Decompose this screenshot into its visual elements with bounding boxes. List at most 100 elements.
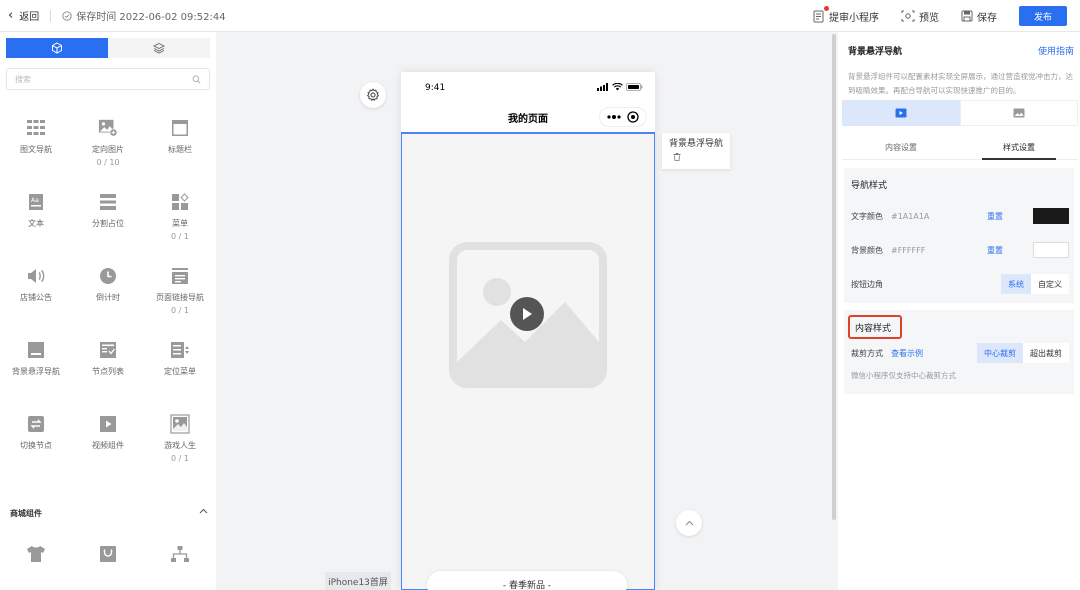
save-label: 保存 [977, 12, 997, 24]
component-countdown[interactable]: 倒计时 [72, 266, 144, 340]
divider-icon [98, 192, 118, 212]
content-style-title: 内容样式 [848, 315, 902, 339]
component-directed-image[interactable]: 定向图片 0 / 10 [72, 118, 144, 192]
settings-panel: 背景悬浮导航 使用指南 背景悬浮组件可以配置素材实现全屏展示，通过营造视觉冲击力… [838, 32, 1080, 590]
trash-icon[interactable] [673, 152, 681, 166]
search-box [6, 68, 210, 90]
layers-icon [153, 42, 165, 54]
component-mall-product[interactable] [0, 544, 72, 570]
component-store-notice[interactable]: 店铺公告 [0, 266, 72, 340]
phone-preview: 9:41 我的页面 - 春季新品 - [401, 72, 655, 590]
media-type-switch [842, 100, 1078, 126]
component-menu[interactable]: 菜单 0 / 1 [144, 192, 216, 266]
tab-style-settings[interactable]: 样式设置 [960, 136, 1078, 160]
view-example-link[interactable]: 查看示例 [891, 348, 923, 359]
component-node-list[interactable]: 节点列表 [72, 340, 144, 414]
image-type-option[interactable] [960, 100, 1078, 126]
tshirt-icon [26, 544, 46, 564]
component-title-bar[interactable]: 标题栏 [144, 118, 216, 192]
bg-color-row: 背景颜色 #FFFFFF 重置 [851, 241, 1069, 259]
corner-custom-option[interactable]: 自定义 [1031, 274, 1069, 294]
search-input[interactable] [15, 74, 192, 84]
phone-status-bar: 9:41 [401, 72, 655, 102]
corner-system-option[interactable]: 系统 [1001, 274, 1031, 294]
top-actions: 提审小程序 预览 保存 发布 [813, 0, 1080, 32]
search-icon [192, 75, 201, 84]
component-mall-category[interactable] [144, 544, 216, 570]
content-style-card: 内容样式 裁剪方式 查看示例 中心裁剪 超出裁剪 微信小程序仅支持中心裁剪方式 [844, 310, 1074, 394]
component-divider[interactable]: 分割占位 [72, 192, 144, 266]
tab-components[interactable] [6, 38, 108, 58]
component-video[interactable]: 视频组件 [72, 414, 144, 488]
shopping-bag-icon [98, 544, 118, 564]
component-text[interactable]: Aa 文本 [0, 192, 72, 266]
crop-note: 微信小程序仅支持中心裁剪方式 [851, 371, 956, 380]
text-color-label: 文字颜色 [851, 211, 883, 221]
panel-description: 背景悬浮组件可以配置素材实现全屏展示，通过营造视觉冲击力，达到吸睛效果。再配合导… [848, 72, 1073, 95]
mall-section-title: 商城组件 [10, 509, 42, 518]
mall-component-grid [0, 544, 216, 570]
top-bar: ‹ 返回 保存时间 2022-06-02 09:52:44 提审小程序 预览 保… [0, 0, 1080, 32]
crop-center-option[interactable]: 中心裁剪 [977, 343, 1023, 363]
tab-content-settings[interactable]: 内容设置 [842, 136, 960, 159]
component-label: 定位菜单 [164, 367, 196, 376]
phone-time: 9:41 [425, 83, 446, 93]
preview-icon [901, 10, 915, 22]
settings-tabs: 内容设置 样式设置 [842, 136, 1078, 160]
save-icon [961, 10, 973, 22]
bg-color-swatch[interactable] [1033, 242, 1069, 258]
component-name-text: 背景悬浮导航 [669, 139, 724, 149]
submit-miniprogram-button[interactable]: 提审小程序 [813, 5, 879, 24]
signal-icon [597, 83, 608, 91]
text-color-value: #1A1A1A [891, 211, 930, 221]
usage-guide-link[interactable]: 使用指南 [1038, 44, 1074, 57]
play-button[interactable] [510, 297, 544, 331]
text-color-row: 文字颜色 #1A1A1A 重置 [851, 207, 1069, 225]
component-float-nav[interactable]: 背景悬浮导航 [0, 340, 72, 414]
component-locate-menu[interactable]: 定位菜单 [144, 340, 216, 414]
text-color-swatch[interactable] [1033, 208, 1069, 224]
video-icon [98, 414, 118, 434]
component-label: 文本 [28, 219, 44, 228]
save-button[interactable]: 保存 [961, 9, 997, 24]
image-icon [1013, 108, 1025, 118]
component-page-link-nav[interactable]: 页面链接导航 0 / 1 [144, 266, 216, 340]
screen-size-tab[interactable]: iPhone13首屏 [325, 572, 391, 590]
video-type-option[interactable] [842, 100, 960, 126]
canvas-scrollbar[interactable] [832, 34, 836, 520]
submit-label: 提审小程序 [829, 12, 879, 24]
component-label: 节点列表 [92, 367, 124, 376]
component-label: 标题栏 [168, 145, 192, 154]
submit-doc-icon [813, 10, 824, 22]
text-icon: Aa [26, 192, 46, 212]
scroll-top-button[interactable] [676, 510, 702, 536]
bg-color-reset-button[interactable]: 重置 [987, 245, 1003, 256]
check-circle-icon [62, 10, 72, 21]
tab-layers[interactable] [108, 38, 210, 58]
preview-label: 预览 [919, 12, 939, 24]
play-icon [523, 308, 532, 320]
battery-icon [626, 83, 643, 91]
component-switch-node[interactable]: 切换节点 [0, 414, 72, 488]
content-style-title-text: 内容样式 [855, 323, 892, 334]
page-settings-button[interactable] [360, 82, 386, 108]
publish-button[interactable]: 发布 [1019, 6, 1067, 26]
preview-button[interactable]: 预览 [901, 9, 939, 24]
mall-section-header[interactable]: 商城组件 [10, 508, 208, 519]
panel-switch [6, 38, 210, 58]
text-color-reset-button[interactable]: 重置 [987, 211, 1003, 222]
component-grid-nav[interactable]: 图文导航 [0, 118, 72, 192]
clock-icon [98, 266, 118, 286]
component-label: 定向图片 [92, 145, 124, 154]
component-count: 0 / 1 [171, 306, 189, 315]
component-label: 店铺公告 [20, 293, 52, 302]
grid-nav-icon [26, 118, 46, 138]
divider [50, 9, 52, 22]
back-button[interactable]: ‹ 返回 [8, 8, 39, 23]
component-mall-bag[interactable] [72, 544, 144, 570]
wifi-icon [612, 83, 623, 91]
notification-dot [824, 5, 829, 11]
component-game[interactable]: 游戏人生 0 / 1 [144, 414, 216, 488]
crop-overflow-option[interactable]: 超出裁剪 [1023, 343, 1069, 363]
title-bar-icon [170, 118, 190, 138]
